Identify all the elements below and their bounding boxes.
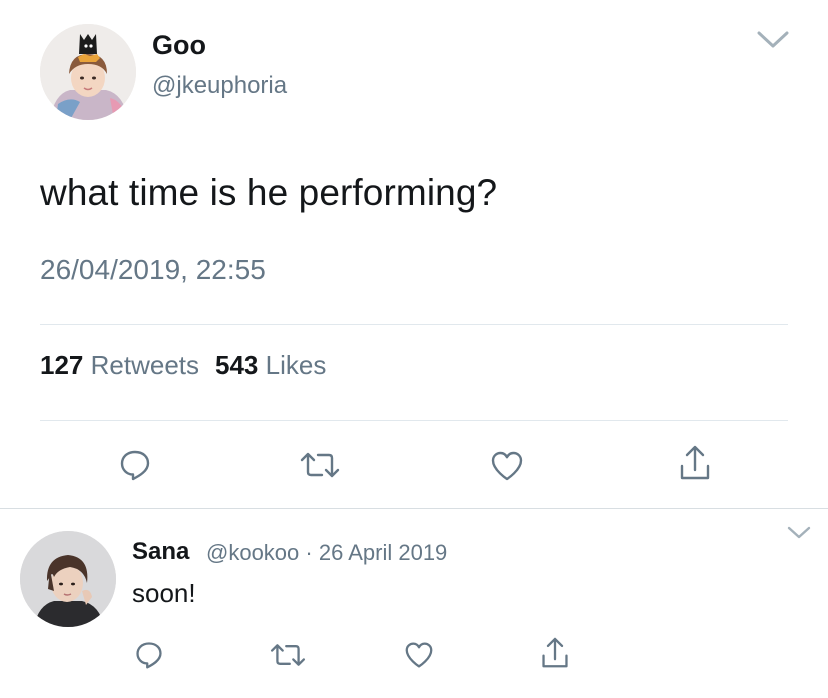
avatar-image (40, 24, 136, 120)
retweet-icon[interactable] (268, 640, 308, 670)
tweet-stats: 127 Retweets 543 Likes (40, 350, 326, 381)
tweet-text: what time is he performing? (40, 172, 498, 213)
like-icon[interactable] (490, 450, 524, 482)
like-stat[interactable]: 543 Likes (215, 350, 326, 380)
author-handle[interactable]: @jkeuphoria (152, 72, 287, 100)
reply-text: soon! (132, 578, 196, 608)
divider (40, 420, 788, 421)
reply-icon[interactable] (134, 640, 164, 670)
reply-meta: @kookoo · 26 April 2019 (206, 540, 447, 566)
retweet-stat[interactable]: 127 Retweets (40, 350, 199, 380)
tweet-timestamp[interactable]: 26/04/2019, 22:55 (40, 254, 266, 286)
divider (40, 324, 788, 325)
tweet-separator (0, 508, 828, 509)
reply-avatar-image (20, 531, 116, 627)
main-tweet: Goo @jkeuphoria what time is he performi… (0, 0, 828, 508)
reply-avatar[interactable] (20, 531, 116, 627)
avatar[interactable] (40, 24, 136, 120)
like-icon[interactable] (404, 641, 434, 669)
reply-date[interactable]: 26 April 2019 (319, 540, 447, 565)
reply-author-handle[interactable]: @kookoo (206, 540, 299, 565)
share-icon[interactable] (678, 444, 712, 482)
chevron-down-icon[interactable] (756, 30, 790, 50)
like-label: Likes (265, 350, 327, 380)
retweet-icon[interactable] (298, 448, 342, 482)
like-count: 543 (215, 350, 259, 380)
retweet-count: 127 (40, 350, 84, 380)
author-name[interactable]: Goo (152, 30, 206, 61)
reply-author-name[interactable]: Sana (132, 538, 189, 566)
share-icon[interactable] (540, 636, 570, 670)
reply-icon[interactable] (118, 448, 152, 482)
retweet-label: Retweets (90, 350, 200, 380)
meta-separator: · (305, 540, 313, 565)
chevron-down-icon[interactable] (786, 525, 812, 541)
